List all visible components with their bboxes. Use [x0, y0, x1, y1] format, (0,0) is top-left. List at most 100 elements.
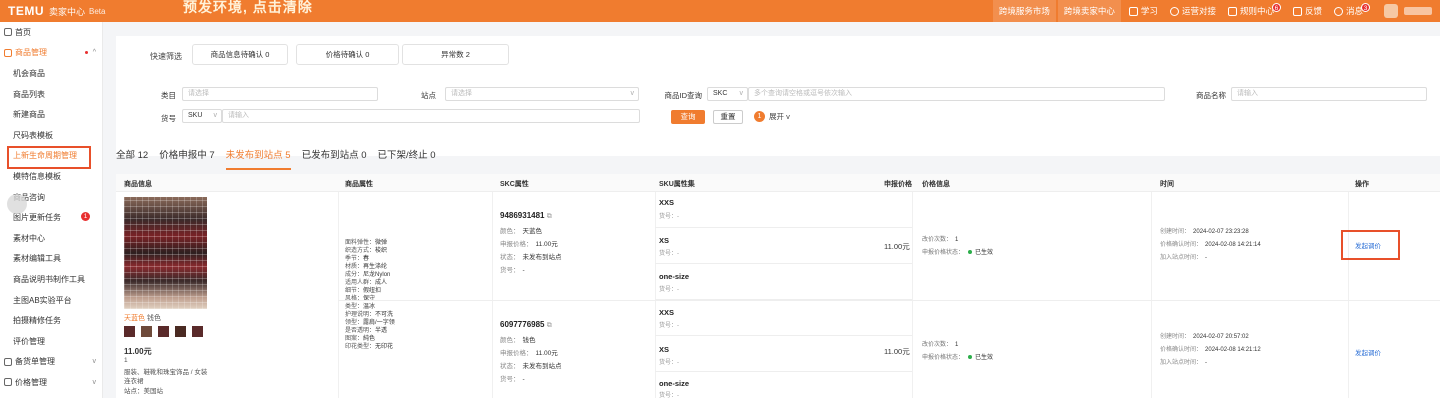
collapse-handle[interactable] [7, 194, 27, 214]
joined-time: 加入站点时间： - [1160, 357, 1207, 366]
sku-size: XS [659, 345, 670, 354]
kv-label: 创建时间： [1160, 229, 1191, 235]
select-value: SKU [188, 112, 203, 119]
sidebar-item-label: 模特信息模板 [13, 171, 61, 181]
skc-id[interactable]: 9486931481 ⧉ [500, 211, 552, 221]
top-link-rules[interactable]: 规则中心 6 [1222, 0, 1287, 22]
declared-price: 11.00元 [884, 347, 910, 356]
column-divider [492, 192, 493, 398]
highlight-box [1341, 230, 1400, 260]
skc-id[interactable]: 6097776985 ⧉ [500, 320, 552, 330]
kv-label: 创建时间： [1160, 334, 1191, 340]
sku-number: 货号：- [659, 214, 679, 220]
top-link-learn[interactable]: 学习 [1123, 0, 1164, 22]
chevron-up-icon: ^ [92, 49, 96, 57]
top-link-label: 规则中心 [1239, 6, 1274, 16]
id-query-input[interactable]: 多个查询请空格或逗号依次输入 [748, 87, 1165, 101]
copy-icon[interactable]: ⧉ [547, 322, 552, 329]
sku-input[interactable]: 请输入 [222, 109, 640, 123]
category-select[interactable]: 请选择 [182, 87, 378, 101]
color-swatch[interactable] [141, 326, 152, 337]
sidebar-item-label: 拍摄精修任务 [13, 316, 61, 326]
color-swatch[interactable] [124, 326, 135, 337]
status-tabs: 全部 12 价格申报中 7 未发布到站点 5 已发布到站点 0 已下架/终止 0 [116, 148, 1440, 170]
kv-value: - [522, 267, 525, 274]
product-icon [4, 48, 12, 57]
sidebar-group-price[interactable]: 价格管理 v [0, 372, 102, 393]
price-icon [4, 378, 12, 387]
sidebar-item-label: 新建商品 [13, 110, 45, 120]
kv-value: - [522, 376, 525, 383]
chevron-down-icon: v [739, 90, 744, 97]
kv-label: 加入站点时间： [1160, 360, 1203, 366]
confirmed-time: 价格确认时间： 2024-02-08 14:21:14 [1160, 239, 1261, 248]
tab-all[interactable]: 全部 12 [116, 148, 148, 170]
sidebar-group-product[interactable]: 商品管理 ^ [0, 43, 102, 64]
tab-price-declaring[interactable]: 价格申报中 7 [159, 148, 214, 170]
brand-logo[interactable]: TEMU [8, 4, 44, 18]
sidebar-item-label: 备货单管理 [15, 357, 55, 367]
copy-icon[interactable]: ⧉ [547, 213, 552, 220]
sku-number: 货号：- [659, 251, 679, 257]
color-swatch[interactable] [175, 326, 186, 337]
sku-type-select[interactable]: SKU v [182, 109, 222, 123]
id-query-type-select[interactable]: SKC v [707, 87, 748, 101]
main-content: 快速筛选 商品信息待确认 0 价格待确认 0 异常数 2 类目 请选择 站点 请… [103, 22, 1440, 398]
top-link-ops[interactable]: 运营对接 [1164, 0, 1222, 22]
tab-published[interactable]: 已发布到站点 0 [302, 148, 367, 170]
kv-label: 货号： [500, 267, 520, 274]
chevron-down-icon: v [92, 378, 97, 386]
product-category-leaf: 连衣裙 [124, 378, 144, 385]
color-swatch[interactable] [158, 326, 169, 337]
sidebar-item-material-editor[interactable]: 素材编辑工具 [0, 249, 102, 270]
sidebar-item-opportunity[interactable]: 机会商品 [0, 63, 102, 84]
expand-toggle[interactable]: 展开 v [769, 111, 790, 122]
product-image[interactable] [124, 197, 207, 309]
tab-offline[interactable]: 已下架/终止 0 [378, 148, 436, 170]
site-select[interactable]: 请选择 v [445, 87, 639, 101]
quick-filter-pending-info[interactable]: 商品信息待确认 0 [192, 44, 288, 65]
top-link-messages[interactable]: 消息 3 [1328, 0, 1376, 22]
change-count: 改价次数： 1 [922, 339, 958, 348]
skc-price: 申报价格： 11.00元 [500, 238, 558, 248]
color-swatch[interactable] [192, 326, 203, 337]
declared-price: 11.00元 [884, 242, 910, 251]
sidebar-item-reviews[interactable]: 评价管理 [0, 331, 102, 352]
user-name-redacted[interactable] [1404, 7, 1432, 15]
attribute-value: 梭织 [375, 248, 388, 254]
avatar[interactable] [1384, 4, 1398, 18]
search-button[interactable]: 查询 [671, 110, 705, 124]
sidebar-item-lifecycle[interactable]: 上新生命周期管理 [0, 145, 102, 169]
skc-id-text: 9486931481 [500, 211, 545, 220]
sidebar-item-new-product[interactable]: 新建商品 [0, 104, 102, 125]
sidebar-group-stock[interactable]: 备货单管理 v [0, 352, 102, 373]
sidebar-item-label: 商品管理 [15, 48, 47, 58]
sidebar-item-ab-test[interactable]: 主图AB实验平台 [0, 290, 102, 311]
sidebar-item-size-template[interactable]: 尺码表模板 [0, 125, 102, 146]
sidebar-item-model-template[interactable]: 模特信息模板 [0, 166, 102, 187]
sidebar-item-product-list[interactable]: 商品列表 [0, 84, 102, 105]
sidebar-item-material-center[interactable]: 素材中心 [0, 228, 102, 249]
sidebar-item-manual-tool[interactable]: 商品说明书制作工具 [0, 269, 102, 290]
env-notice[interactable]: 预发环境, 点击清除 [183, 0, 313, 17]
kv-label: 颜色： [500, 228, 520, 235]
reset-button[interactable]: 重置 [713, 110, 743, 124]
top-bar: TEMU 卖家中心 Beta 预发环境, 点击清除 跨境服务市场 跨境卖家中心 … [0, 0, 1440, 22]
sku-size: one-size [659, 272, 690, 281]
sidebar-item-photo-task[interactable]: 拍摄精修任务 [0, 310, 102, 331]
attribute-key: 印花类型 [345, 344, 370, 350]
sidebar-item-label: 尺码表模板 [13, 130, 53, 140]
top-link-feedback[interactable]: 反馈 [1287, 0, 1328, 22]
tab-unpublished[interactable]: 未发布到站点 5 [225, 148, 291, 170]
name-input[interactable]: 请输入 [1231, 87, 1427, 101]
skc-sku: 货号： - [500, 264, 525, 274]
top-link-seller-center[interactable]: 跨境卖家中心 [1057, 0, 1121, 22]
sidebar-item-label: 机会商品 [13, 68, 45, 78]
top-link-service-market[interactable]: 跨境服务市场 [992, 0, 1056, 22]
quick-filter-pending-price[interactable]: 价格待确认 0 [296, 44, 399, 65]
header-product-info: 商品信息 [124, 181, 152, 188]
sidebar-item-home[interactable]: 首页 [0, 22, 102, 43]
sku-size: XS [659, 236, 670, 245]
adjust-price-link[interactable]: 发起调价 [1355, 347, 1381, 357]
quick-filter-exceptions[interactable]: 异常数 2 [402, 44, 509, 65]
